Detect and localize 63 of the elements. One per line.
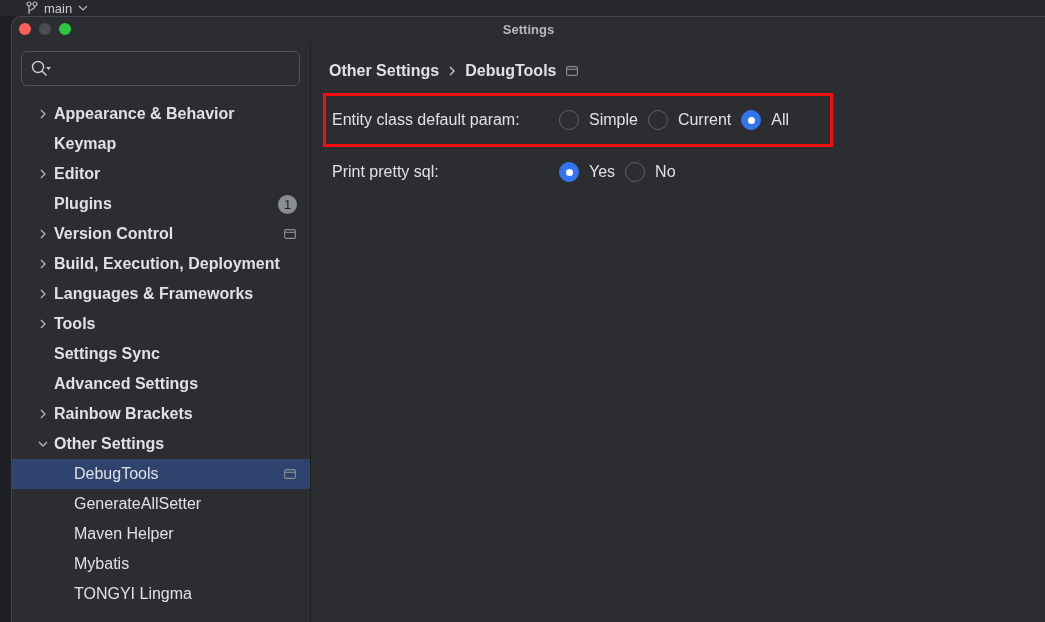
radio-button[interactable]: [559, 162, 579, 182]
item-label: Build, Execution, Deployment: [54, 255, 281, 273]
radio-option[interactable]: All: [741, 110, 790, 130]
settings-tree-item[interactable]: TONGYI Lingma: [12, 579, 310, 609]
item-label: Version Control: [54, 225, 175, 243]
settings-tree-item[interactable]: Editor: [12, 159, 310, 189]
radio-button[interactable]: [741, 110, 762, 130]
chevron-right-icon[interactable]: [38, 289, 48, 299]
settings-tree-item[interactable]: Languages & Frameworks: [12, 279, 310, 309]
search-icon: [31, 59, 53, 78]
setting-label: Print pretty sql:: [332, 163, 440, 181]
item-label: Mybatis: [74, 555, 131, 573]
breadcrumb-item: Other Settings: [329, 62, 440, 80]
settings-tree-item[interactable]: Rainbow Brackets: [12, 399, 310, 429]
item-label: Advanced Settings: [54, 375, 200, 393]
settings-tree-item[interactable]: Other Settings: [12, 429, 310, 459]
chevron-right-icon[interactable]: [38, 169, 48, 179]
search-field[interactable]: [21, 51, 300, 86]
breadcrumb-item: DebugTools: [465, 62, 557, 80]
item-label: DebugTools: [74, 465, 160, 483]
radio-option[interactable]: Simple: [559, 110, 638, 130]
settings-tree-item[interactable]: Settings Sync: [12, 339, 310, 369]
branch-label[interactable]: main: [44, 0, 73, 16]
settings-tree-item[interactable]: Plugins 1: [12, 189, 310, 219]
window-title: Settings: [502, 21, 555, 37]
radio-option[interactable]: No: [625, 162, 676, 182]
settings-tree-item[interactable]: Keymap: [12, 129, 310, 159]
branch-icon: [26, 1, 38, 15]
item-label: TONGYI Lingma: [74, 585, 193, 603]
settings-tree-item[interactable]: Advanced Settings: [12, 369, 310, 399]
settings-tree-item[interactable]: GenerateAllSetter: [12, 489, 310, 519]
settings-tree-item[interactable]: Appearance & Behavior: [12, 99, 310, 129]
item-label: Tools: [54, 315, 97, 333]
chevron-right-icon[interactable]: [38, 229, 48, 239]
settings-tree-item[interactable]: Maven Helper: [12, 519, 310, 549]
chevron-down-icon: [78, 5, 89, 11]
chevron-right-icon[interactable]: [38, 259, 48, 269]
chevron-right-icon[interactable]: [38, 109, 48, 119]
item-label: Settings Sync: [54, 345, 161, 363]
settings-tree-item[interactable]: Build, Execution, Deployment: [12, 249, 310, 279]
chevron-right-icon: [449, 66, 456, 76]
settings-tree-item[interactable]: DebugTools: [12, 459, 310, 489]
radio-option[interactable]: Current: [647, 110, 732, 130]
chevron-right-icon[interactable]: [38, 319, 48, 329]
item-label: Languages & Frameworks: [54, 285, 255, 303]
chevron-right-icon[interactable]: [38, 409, 48, 419]
item-label: Other Settings: [54, 435, 166, 453]
zoom-button[interactable]: [59, 23, 71, 35]
item-label: Maven Helper: [74, 525, 175, 543]
settings-tree-item[interactable]: Mybatis: [12, 549, 310, 579]
item-label: GenerateAllSetter: [74, 495, 203, 513]
radio-option[interactable]: Yes: [559, 162, 616, 182]
item-label: Rainbow Brackets: [54, 405, 194, 423]
settings-tree-item[interactable]: Version Control: [12, 219, 310, 249]
settings-tree-item[interactable]: Tools: [12, 309, 310, 339]
setting-label: Entity class default param:: [332, 111, 521, 129]
close-button[interactable]: [19, 23, 31, 35]
item-label: Editor: [54, 165, 102, 183]
item-label: Keymap: [54, 135, 118, 153]
item-label: Plugins: [54, 195, 113, 213]
item-label: Appearance & Behavior: [54, 105, 236, 123]
chevron-down-icon[interactable]: [38, 439, 48, 449]
count-badge: 1: [278, 194, 297, 214]
